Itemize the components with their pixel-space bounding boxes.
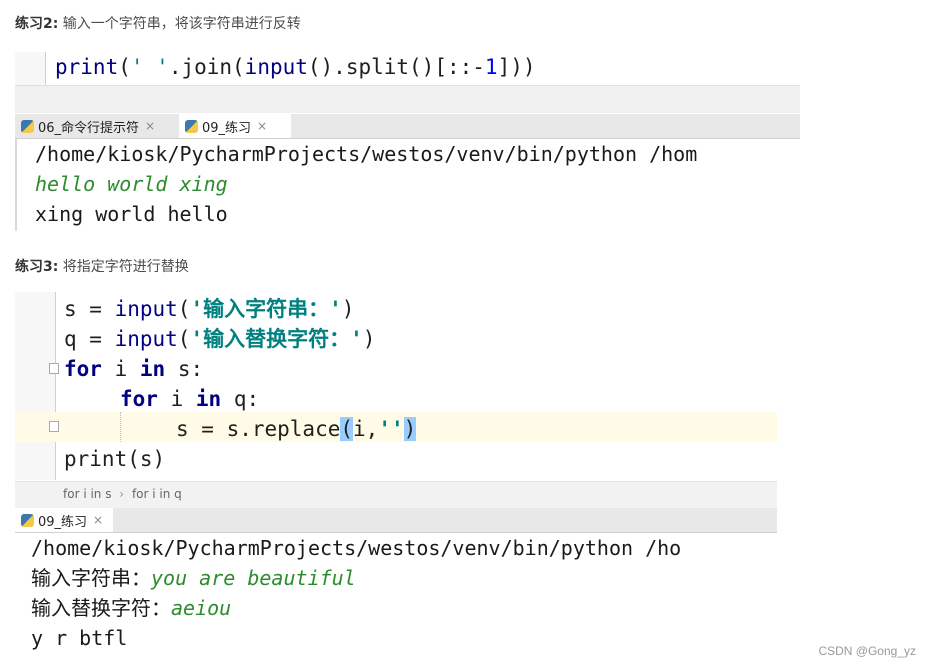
editor-bottom-bar [15, 85, 800, 113]
fold-icon[interactable] [49, 363, 59, 374]
console-user-input: you are beautiful [151, 566, 356, 590]
tab-09-exercise[interactable]: 09_练习 × [179, 114, 291, 138]
input-call: input [114, 327, 178, 351]
prompt-string: '输入字符串：' [190, 297, 342, 321]
code-line-4[interactable]: for i in q: [120, 384, 259, 414]
code-line-1[interactable]: s = input('输入字符串：') [64, 294, 354, 324]
exercise2-console: /home/kiosk/PycharmProjects/westos/venv/… [15, 139, 800, 231]
code-line-5[interactable]: s = s.replace(i,'') [176, 414, 417, 444]
code-line-6[interactable]: print(s) [64, 444, 165, 474]
code-line-2[interactable]: q = input('输入替换字符：') [64, 324, 375, 354]
prompt-string: '输入替换字符：' [190, 327, 363, 351]
console-output: y r btfl [31, 626, 128, 650]
exercise3-console: /home/kiosk/PycharmProjects/westos/venv/… [15, 533, 777, 658]
join-call: .join( [168, 55, 245, 79]
breadcrumb-bar: for i in s › for i in q [15, 481, 777, 509]
for-keyword: for [120, 387, 158, 411]
console-prompt: 输入字符串： [31, 566, 151, 590]
fold-icon[interactable] [49, 421, 59, 432]
code-line-1[interactable]: print(' '.join(input().split()[::-1])) [55, 52, 536, 82]
print-keyword: print [55, 55, 119, 79]
replace-args: i, [353, 417, 379, 441]
tab-09-exercise[interactable]: 09_练习 × [15, 508, 113, 532]
assignment: q = [64, 327, 115, 351]
console-prompt: 输入替换字符： [31, 596, 171, 620]
csdn-watermark: CSDN @Gong_yz [818, 644, 916, 658]
console-prompt-line-1: 输入字符串：you are beautiful [31, 563, 356, 593]
editor-gutter [15, 292, 55, 480]
close-icon[interactable]: × [93, 513, 103, 527]
console-user-input: hello world xing [35, 172, 228, 196]
loop-var: i [101, 357, 140, 381]
split-slice: ().split()[::- [307, 55, 485, 79]
replace-call: s = s.replace [176, 417, 341, 441]
exercise2-description: 输入一个字符串，将该字符串进行反转 [62, 16, 301, 32]
gutter-divider [55, 292, 56, 480]
exercise3-heading: 练习3: 将指定字符进行替换 [15, 256, 189, 276]
input-call: input [114, 297, 178, 321]
loop-var: i [157, 387, 196, 411]
console-output: xing world hello [35, 202, 228, 226]
console-user-input: aeiou [171, 596, 232, 620]
paren: ( [118, 55, 131, 79]
python-file-icon [21, 119, 34, 133]
code-line-3[interactable]: for i in s: [64, 354, 203, 384]
empty-string: '' [378, 417, 404, 441]
for-keyword: for [64, 357, 102, 381]
close-icon[interactable]: × [257, 119, 267, 133]
loop-target: q: [221, 387, 260, 411]
python-file-icon [185, 119, 198, 133]
exercise2-label: 练习2: [15, 16, 59, 32]
closing-brackets: ])) [497, 55, 536, 79]
exercise3-code-editor: s = input('输入字符串：') q = input('输入替换字符：')… [15, 292, 777, 480]
exercise2-heading: 练习2: 输入一个字符串，将该字符串进行反转 [15, 13, 301, 33]
breadcrumb: for i in s › for i in q [63, 487, 182, 501]
tab-label: 09_练习 [38, 514, 88, 530]
tab-06-command-prompt[interactable]: 06_命令行提示符 × [15, 114, 177, 138]
breadcrumb-separator: › [119, 487, 125, 501]
indent-guide [120, 412, 122, 442]
tab-label: 09_练习 [202, 120, 252, 136]
assignment: s = [64, 297, 115, 321]
breadcrumb-item[interactable]: for i in q [132, 487, 182, 501]
input-call: input [244, 55, 308, 79]
slice-number: 1 [484, 55, 498, 79]
loop-target: s: [165, 357, 204, 381]
console-prompt-line-2: 输入替换字符：aeiou [31, 593, 231, 623]
exercise2-code-editor: print(' '.join(input().split()[::-1])) [15, 52, 800, 113]
breadcrumb-item[interactable]: for i in s [63, 487, 111, 501]
matched-bracket: ( [340, 417, 354, 441]
python-file-icon [21, 513, 34, 527]
in-keyword: in [139, 357, 166, 381]
exercise3-description: 将指定字符进行替换 [62, 259, 189, 275]
console-command-line: /home/kiosk/PycharmProjects/westos/venv/… [31, 536, 682, 560]
exercise3-label: 练习3: [15, 259, 59, 275]
matched-bracket: ) [403, 417, 417, 441]
run-tab-bar: 06_命令行提示符 × 09_练习 × [15, 114, 800, 139]
in-keyword: in [195, 387, 222, 411]
separator-string: ' ' [130, 55, 169, 79]
console-command-line: /home/kiosk/PycharmProjects/westos/venv/… [35, 142, 698, 166]
tab-label: 06_命令行提示符 [38, 120, 140, 136]
console-gutter [15, 139, 17, 231]
close-icon[interactable]: × [145, 119, 155, 133]
run-tab-bar: 09_练习 × [15, 508, 777, 533]
